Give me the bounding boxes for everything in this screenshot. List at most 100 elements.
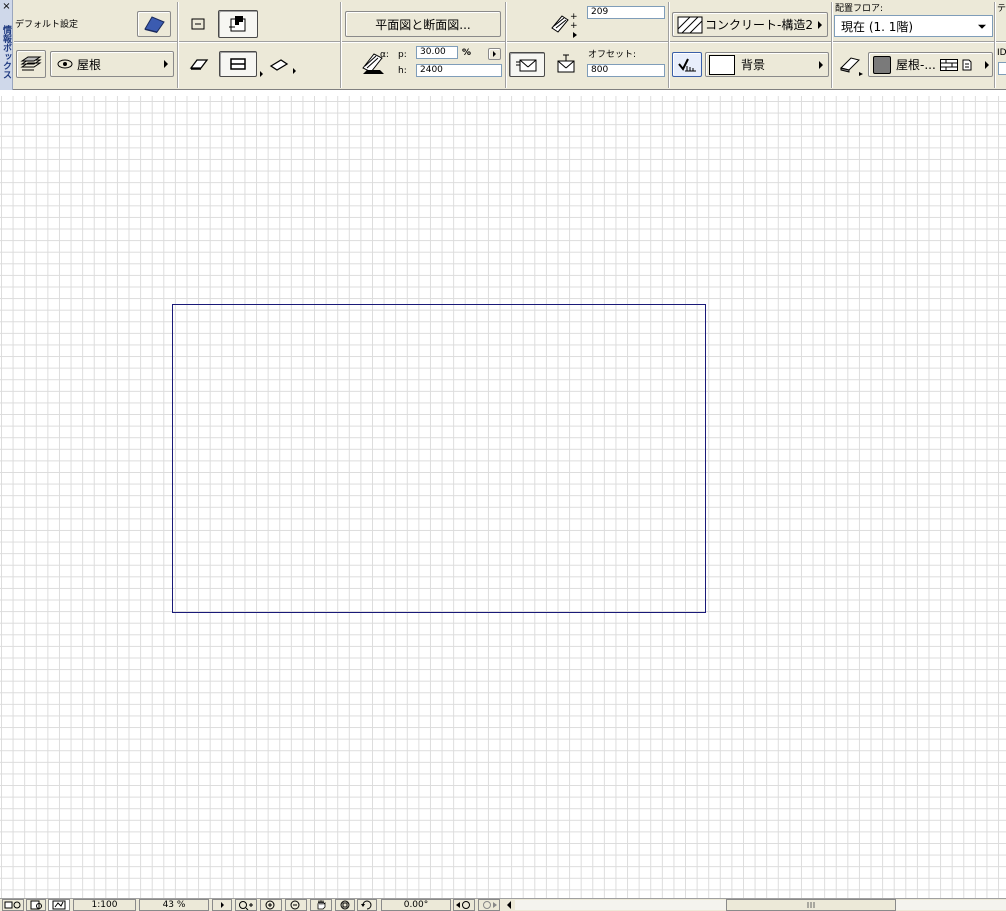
roof-tool-settings-button[interactable] — [137, 11, 171, 37]
height-field[interactable]: 2400 — [416, 64, 502, 77]
layer-value: 屋根 — [77, 57, 102, 72]
info-box-vertical-title: 情報ボックス — [1, 25, 11, 79]
pitch-unit-toggle-button[interactable] — [488, 48, 501, 60]
close-icon[interactable]: × — [2, 2, 11, 12]
hatch-icon — [677, 16, 703, 33]
row-divider — [14, 41, 1006, 42]
column-separator — [668, 2, 669, 88]
fit-window-icon — [340, 900, 350, 910]
rectangle-icon — [230, 58, 246, 70]
roof-outline[interactable] — [172, 304, 706, 613]
zoom-in-icon — [265, 900, 275, 910]
roof-type-popup[interactable]: 屋根-... — [868, 52, 993, 77]
default-settings-label: デフォルト設定 — [15, 20, 79, 30]
roof-edit-icon — [229, 16, 246, 32]
roof-level-icon — [516, 59, 537, 71]
rotated-rectangle-button[interactable] — [263, 51, 296, 77]
floor-label: 配置フロア: — [835, 4, 884, 14]
submenu-triangle-icon — [293, 68, 296, 74]
popup-arrow-icon — [164, 60, 168, 68]
popup-arrow-icon — [818, 20, 822, 29]
column-separator — [994, 2, 995, 88]
column-separator — [505, 2, 506, 88]
layer-settings-button[interactable] — [16, 50, 46, 78]
zoom-field[interactable]: 43 % — [139, 899, 209, 911]
floor-value: 現在 (1. 1階) — [841, 19, 914, 34]
offset-field[interactable]: 800 — [587, 64, 665, 77]
column-separator — [177, 2, 178, 88]
right-arrow-icon — [220, 902, 224, 908]
rectangle-icon — [191, 18, 205, 30]
navigator-button[interactable] — [2, 899, 24, 911]
zoom-popup-button[interactable] — [212, 899, 232, 911]
pen-number-field[interactable]: 209 — [587, 6, 665, 19]
color-swatch-icon — [709, 54, 735, 75]
roof-level-button[interactable] — [509, 52, 545, 77]
status-bar: 1:100 43 % 0.00° — [0, 898, 1006, 911]
offset-icon — [557, 54, 575, 73]
right-arrow-icon — [493, 51, 496, 57]
background-fill-popup[interactable]: 背景 — [705, 52, 829, 77]
chevron-down-icon — [978, 24, 986, 29]
roof-icon — [144, 16, 165, 33]
info-box-toolbar: × 情報ボックス デフォルト設定 屋根 平面図と断面図... α: p: 30.… — [0, 0, 1006, 90]
next-zoom-icon — [483, 901, 497, 909]
angle-alpha-label: α: — [380, 50, 389, 60]
layers-icon — [20, 56, 42, 71]
pitch-unit: % — [462, 48, 472, 58]
rectangle-geometry-button[interactable] — [219, 51, 263, 77]
preview-button[interactable] — [26, 899, 46, 911]
previous-zoom-icon — [456, 901, 470, 909]
pan-button[interactable] — [310, 899, 332, 911]
pitch-label: p: — [398, 50, 407, 60]
scroll-left-icon — [507, 901, 511, 909]
eraser-icon — [840, 57, 863, 76]
svg-text:+: + — [570, 21, 578, 31]
zoom-window-icon — [239, 901, 253, 910]
roof-type-value: 屋根-... — [896, 58, 936, 72]
material-popup[interactable]: コンクリート-構造2 — [672, 12, 828, 37]
height-label: h: — [398, 66, 407, 76]
horizontal-scrollbar-thumb[interactable] — [726, 899, 896, 911]
info-box-side-strip: × 情報ボックス — [0, 0, 13, 90]
id-label: ID — [997, 48, 1006, 58]
column-separator — [831, 2, 832, 88]
rotate-icon — [361, 900, 372, 910]
scale-field[interactable]: 1:100 — [73, 899, 136, 911]
eye-icon — [57, 59, 73, 69]
layout-button[interactable] — [48, 899, 70, 911]
floor-plan-canvas[interactable] — [0, 96, 1006, 898]
zoom-window-button[interactable] — [235, 899, 257, 911]
fill-visibility-toggle[interactable] — [672, 52, 702, 77]
pen-color-icon: + + — [551, 12, 578, 38]
zoom-out-button[interactable] — [285, 899, 307, 911]
rotate-view-button[interactable] — [357, 899, 377, 911]
zoom-out-icon — [290, 900, 300, 910]
scroll-left-arrow[interactable] — [503, 899, 515, 911]
sheet-icon — [52, 900, 66, 910]
document-icon — [962, 59, 972, 70]
navigator-icon — [4, 901, 21, 909]
page-preview-icon — [30, 900, 42, 910]
pitch-field[interactable]: 30.00 — [416, 46, 458, 59]
previous-zoom-button[interactable] — [453, 899, 475, 911]
plan-section-button[interactable]: 平面図と断面図... — [345, 11, 501, 37]
next-zoom-button[interactable] — [478, 899, 500, 911]
hand-icon — [317, 900, 326, 910]
brick-pattern-icon — [939, 58, 958, 71]
favorites-button[interactable] — [218, 10, 258, 38]
offset-label: オフセット: — [588, 50, 637, 60]
layer-popup[interactable]: 屋根 — [50, 51, 174, 77]
fit-in-window-button[interactable] — [335, 899, 355, 911]
zoom-in-button[interactable] — [260, 899, 282, 911]
id-field[interactable] — [998, 62, 1006, 75]
single-plane-roof-button[interactable] — [184, 51, 214, 77]
angle-field[interactable]: 0.00° — [381, 899, 451, 911]
grip-icon — [807, 902, 815, 908]
background-fill-value: 背景 — [741, 58, 766, 72]
rotated-rectangle-icon — [269, 59, 289, 71]
floor-dropdown[interactable]: 現在 (1. 1階) — [834, 15, 993, 37]
plan-view-button[interactable] — [184, 12, 212, 36]
material-value: コンクリート-構造2 — [705, 18, 813, 32]
popup-arrow-icon — [985, 60, 989, 69]
